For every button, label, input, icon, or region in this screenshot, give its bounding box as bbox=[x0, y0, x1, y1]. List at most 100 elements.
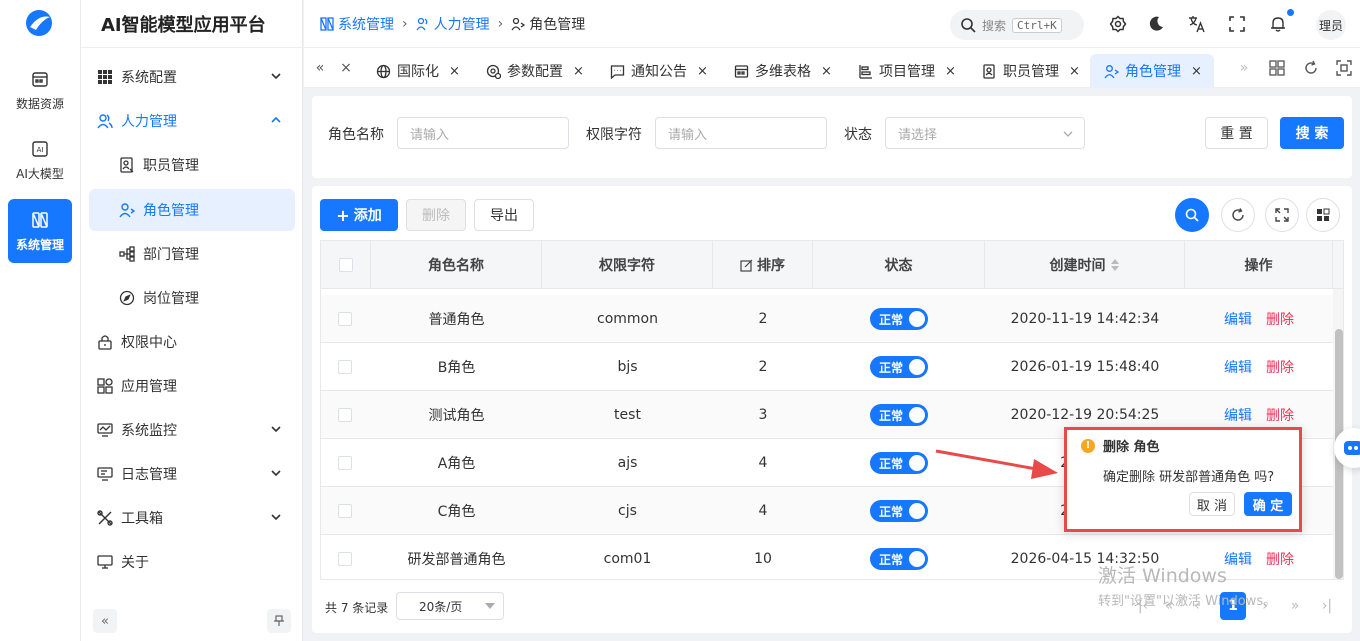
page-size-select[interactable]: 20条/页 bbox=[396, 592, 504, 620]
status-toggle[interactable]: 正常 bbox=[870, 548, 928, 570]
tab-close-icon[interactable]: × bbox=[336, 58, 356, 78]
tab-close-icon[interactable]: × bbox=[1069, 64, 1080, 79]
popconfirm-cancel-button[interactable]: 取 消 bbox=[1189, 492, 1235, 516]
translate-icon[interactable] bbox=[1188, 15, 1206, 33]
sidebar-item-position[interactable]: 岗位管理 bbox=[89, 277, 295, 319]
pin-sidebar-button[interactable] bbox=[267, 609, 291, 633]
sidebar-item-monitor[interactable]: 系统监控 bbox=[89, 409, 295, 451]
popconfirm-confirm-button[interactable]: 确 定 bbox=[1244, 492, 1292, 516]
breadcrumb-item-role: 角色管理 bbox=[511, 14, 585, 34]
tab-i18n[interactable]: 国际化 × bbox=[368, 54, 468, 88]
cell-sort: 10 bbox=[754, 551, 772, 567]
message-icon bbox=[610, 64, 625, 79]
role-name-input[interactable]: 请输入 bbox=[397, 117, 569, 149]
sidebar-item-role[interactable]: 角色管理 bbox=[89, 189, 295, 231]
col-perm-key: 权限字符 bbox=[542, 241, 713, 289]
refresh-table-button[interactable] bbox=[1221, 198, 1255, 232]
tab-close-icon[interactable]: × bbox=[945, 64, 956, 79]
tab-close-icon[interactable]: × bbox=[821, 64, 832, 79]
breadcrumb-item-hr[interactable]: 人力管理 bbox=[416, 14, 490, 34]
sidebar-item-permission[interactable]: 权限中心 bbox=[89, 321, 295, 363]
tab-notice[interactable]: 通知公告 × bbox=[602, 54, 716, 88]
search-button[interactable]: 搜 索 bbox=[1280, 117, 1344, 149]
sidebar-item-about[interactable]: 关于 bbox=[89, 541, 295, 583]
delete-link[interactable]: 删除 bbox=[1266, 405, 1294, 425]
collapse-sidebar-button[interactable]: « bbox=[93, 609, 117, 633]
globe-icon bbox=[376, 64, 391, 78]
status-label: 状态 bbox=[844, 127, 872, 143]
dark-mode-moon-icon[interactable] bbox=[1147, 15, 1165, 33]
rail-item-system[interactable]: 系统管理 bbox=[8, 199, 72, 263]
edit-link[interactable]: 编辑 bbox=[1224, 357, 1252, 377]
global-search[interactable]: 搜索 Ctrl+K bbox=[950, 10, 1084, 40]
sidebar-item-label: 部门管理 bbox=[143, 247, 199, 263]
tab-close-icon[interactable]: × bbox=[1191, 64, 1202, 79]
avatar[interactable]: 理员 bbox=[1316, 10, 1346, 40]
tab-project[interactable]: 项目管理 × bbox=[850, 54, 964, 88]
sidebar-item-log[interactable]: 日志管理 bbox=[89, 453, 295, 495]
sidebar-item-staff[interactable]: 职员管理 bbox=[89, 144, 295, 186]
breadcrumb-item-system[interactable]: 系统管理 bbox=[320, 14, 394, 34]
tab-scroll-right-button[interactable]: » bbox=[1234, 58, 1254, 78]
tab-role[interactable]: 角色管理 × bbox=[1090, 54, 1214, 88]
header-checkbox-cell bbox=[321, 241, 371, 289]
sidebar-item-toolbox[interactable]: 工具箱 bbox=[89, 497, 295, 539]
last-page-button[interactable]: ›| bbox=[1314, 592, 1340, 620]
sidebar-item-app[interactable]: 应用管理 bbox=[89, 365, 295, 407]
fullscreen-icon[interactable] bbox=[1228, 15, 1246, 33]
add-button[interactable]: + 添加 bbox=[320, 199, 398, 231]
sidebar-item-hr[interactable]: 人力管理 bbox=[89, 100, 295, 142]
row-checkbox[interactable] bbox=[338, 312, 352, 326]
next-group-button[interactable]: » bbox=[1282, 592, 1308, 620]
row-checkbox[interactable] bbox=[338, 504, 352, 518]
export-button[interactable]: 导出 bbox=[474, 199, 534, 231]
delete-link[interactable]: 删除 bbox=[1266, 357, 1294, 377]
status-toggle[interactable]: 正常 bbox=[870, 452, 928, 474]
edit-link[interactable]: 编辑 bbox=[1224, 309, 1252, 329]
table-header: 角色名称 权限字符 排序 状态 创建时间 操作 bbox=[321, 241, 1343, 289]
maximize-icon[interactable] bbox=[1336, 60, 1352, 76]
cell-name: A角色 bbox=[437, 456, 476, 472]
fullscreen-table-button[interactable] bbox=[1265, 198, 1299, 232]
status-toggle[interactable]: 正常 bbox=[870, 308, 928, 330]
tab-close-icon[interactable]: × bbox=[449, 64, 460, 79]
sort-caret-icon[interactable] bbox=[1110, 258, 1120, 272]
tab-params[interactable]: 参数配置 × bbox=[478, 54, 592, 88]
tab-close-icon[interactable]: × bbox=[573, 64, 584, 79]
reset-button[interactable]: 重 置 bbox=[1205, 117, 1268, 149]
sidebar-item-department[interactable]: 部门管理 bbox=[89, 233, 295, 275]
status-toggle[interactable]: 正常 bbox=[870, 356, 928, 378]
cell-name: C角色 bbox=[437, 504, 476, 520]
batch-delete-button[interactable]: 删除 bbox=[406, 199, 466, 231]
tab-close-icon[interactable]: × bbox=[697, 64, 708, 79]
row-checkbox[interactable] bbox=[338, 456, 352, 470]
col-created-time[interactable]: 创建时间 bbox=[985, 241, 1185, 289]
tab-grid-menu-icon[interactable] bbox=[1269, 60, 1285, 76]
app-rail: 数据资源 AI AI大模型 系统管理 bbox=[0, 0, 81, 641]
app-blocks-icon bbox=[97, 378, 113, 394]
refresh-icon[interactable] bbox=[1303, 60, 1319, 76]
delete-link[interactable]: 删除 bbox=[1266, 309, 1294, 329]
column-settings-button[interactable] bbox=[1306, 198, 1340, 232]
rail-item-data-resource[interactable]: 数据资源 bbox=[8, 58, 72, 122]
tab-staff[interactable]: 职员管理 × bbox=[974, 54, 1088, 88]
status-toggle[interactable]: 正常 bbox=[870, 404, 928, 426]
monitor-icon bbox=[97, 423, 113, 437]
tab-scroll-left-button[interactable]: « bbox=[310, 58, 330, 78]
row-checkbox[interactable] bbox=[338, 408, 352, 422]
rail-item-ai-model[interactable]: AI AI大模型 bbox=[8, 128, 72, 192]
chevron-down-icon bbox=[271, 470, 281, 477]
notification-bell-icon[interactable] bbox=[1269, 15, 1287, 33]
status-toggle[interactable]: 正常 bbox=[870, 500, 928, 522]
row-checkbox[interactable] bbox=[338, 360, 352, 374]
settings-gear-icon[interactable] bbox=[1109, 15, 1127, 33]
row-checkbox[interactable] bbox=[338, 552, 352, 566]
edit-link[interactable]: 编辑 bbox=[1224, 405, 1252, 425]
select-all-checkbox[interactable] bbox=[338, 258, 353, 272]
sidebar-item-system-config[interactable]: 系统配置 bbox=[89, 56, 295, 98]
perm-key-input[interactable]: 请输入 bbox=[655, 117, 827, 149]
cell-status: 正常 bbox=[813, 343, 985, 391]
tab-multi-table[interactable]: 多维表格 × bbox=[726, 54, 840, 88]
toggle-search-button[interactable] bbox=[1175, 198, 1209, 232]
status-select[interactable]: 请选择 bbox=[885, 117, 1085, 149]
